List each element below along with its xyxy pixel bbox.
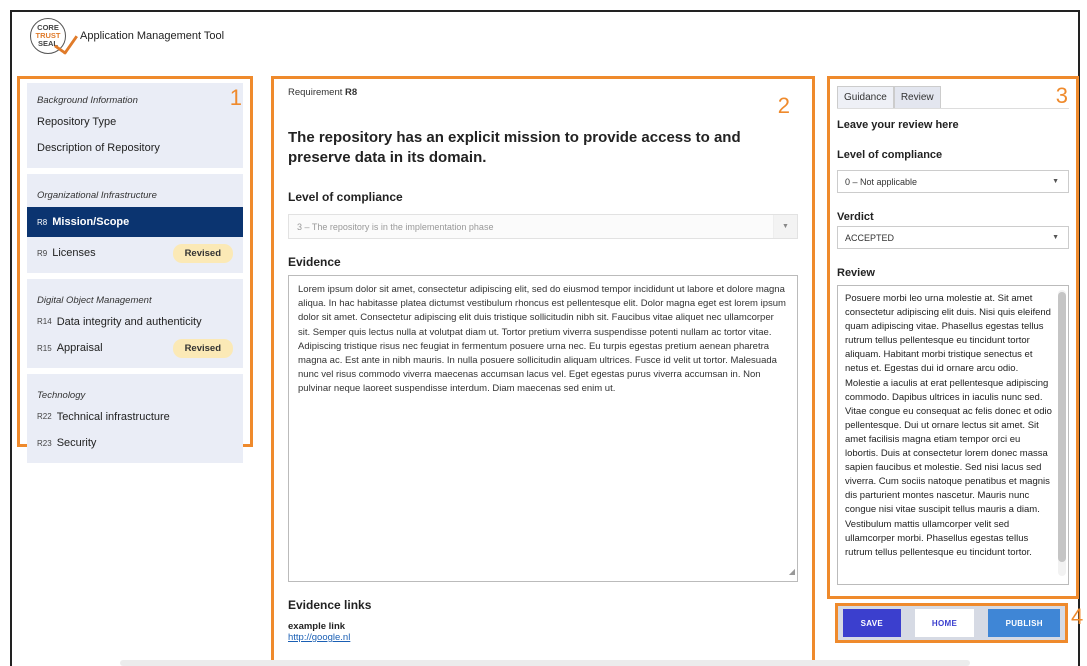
sidebar-group-title: Technology bbox=[37, 390, 86, 401]
review-compliance-select[interactable]: 0 – Not applicable ▼ bbox=[837, 170, 1069, 193]
callout-number-4: 4 bbox=[1071, 604, 1084, 629]
requirement-code: R14 bbox=[37, 317, 52, 326]
evidence-links-label: Evidence links bbox=[288, 598, 372, 612]
evidence-link-url[interactable]: http://google.nl bbox=[288, 632, 798, 643]
chevron-down-icon: ▼ bbox=[1052, 234, 1059, 241]
sidebar-group-title: Digital Object Management bbox=[37, 295, 152, 306]
requirements-sidebar: 1 Background Information Repository Type… bbox=[17, 76, 253, 463]
sidebar-item-security[interactable]: R23 Security bbox=[27, 431, 243, 455]
requirement-label: Requirement R8 bbox=[288, 87, 798, 98]
requirement-panel: 2 Requirement R8 The repository has an e… bbox=[271, 76, 815, 666]
scrollbar-thumb[interactable] bbox=[1058, 292, 1066, 562]
action-bar: SAVE HOME PUBLISH bbox=[835, 603, 1068, 643]
requirement-code: R22 bbox=[37, 412, 52, 421]
requirement-prefix: Requirement bbox=[288, 87, 343, 98]
evidence-textarea[interactable]: Lorem ipsum dolor sit amet, consectetur … bbox=[288, 275, 798, 582]
page-bottom-shadow bbox=[120, 660, 970, 666]
sidebar-item-technical-infrastructure[interactable]: R22 Technical infrastructure bbox=[27, 407, 243, 431]
sidebar-item-label: Licenses bbox=[52, 247, 96, 259]
requirement-code: R9 bbox=[37, 248, 48, 258]
callout-number-1: 1 bbox=[229, 85, 242, 110]
sidebar-item-description[interactable]: Description of Repository bbox=[27, 136, 243, 160]
resize-handle-icon[interactable]: ◢ bbox=[789, 565, 795, 579]
sidebar-item-licenses[interactable]: R9 Licenses Revised bbox=[27, 241, 243, 265]
callout-number-2: 2 bbox=[777, 93, 790, 118]
evidence-link-label: example link bbox=[288, 621, 346, 632]
review-panel: 3 Guidance Review Leave your review here… bbox=[827, 76, 1079, 599]
review-tabs: Guidance Review bbox=[837, 86, 1069, 109]
sidebar-item-label: Repository Type bbox=[37, 115, 117, 128]
review-compliance-label: Level of compliance bbox=[837, 149, 943, 161]
sidebar-item-label: Data integrity and authenticity bbox=[56, 315, 202, 328]
sidebar-group-background: Background Information Repository Type D… bbox=[27, 83, 243, 168]
tab-review[interactable]: Review bbox=[893, 86, 941, 108]
compliance-label: Level of compliance bbox=[288, 190, 403, 204]
revised-badge: Revised bbox=[172, 243, 233, 263]
review-text: Posuere morbi leo urna molestie at. Sit … bbox=[845, 293, 1052, 558]
compliance-value: 3 – The repository is in the implementat… bbox=[297, 221, 494, 232]
sidebar-group-technology: Technology R22 Technical infrastructure … bbox=[27, 374, 243, 463]
verdict-select[interactable]: ACCEPTED ▼ bbox=[837, 226, 1069, 249]
coretrustseal-logo: CORE TRUST SEAL bbox=[30, 18, 79, 56]
sidebar-item-mission-scope[interactable]: R8 Mission/Scope bbox=[27, 207, 243, 237]
review-heading: Leave your review here bbox=[837, 119, 959, 131]
sidebar-item-repository-type[interactable]: Repository Type bbox=[27, 112, 243, 136]
tab-guidance[interactable]: Guidance bbox=[837, 86, 894, 108]
sidebar-item-label: Security bbox=[56, 437, 97, 449]
verdict-value: ACCEPTED bbox=[845, 232, 895, 243]
sidebar-item-label: Description of Repository bbox=[37, 142, 160, 154]
app-title: Application Management Tool bbox=[80, 30, 225, 42]
sidebar-group-organizational: Organizational Infrastructure R8 Mission… bbox=[27, 174, 243, 273]
sidebar-group-title: Organizational Infrastructure bbox=[37, 190, 157, 201]
requirement-code: R8 bbox=[345, 87, 358, 98]
app-header: CORE TRUST SEAL Application Management T… bbox=[30, 18, 225, 56]
requirement-title: The repository has an explicit mission t… bbox=[288, 129, 741, 166]
compliance-select: 3 – The repository is in the implementat… bbox=[288, 214, 798, 239]
chevron-down-icon: ▼ bbox=[1052, 178, 1059, 185]
home-button[interactable]: HOME bbox=[914, 609, 975, 637]
callout-number-3: 3 bbox=[1055, 83, 1068, 108]
save-button[interactable]: SAVE bbox=[843, 609, 901, 637]
publish-button[interactable]: PUBLISH bbox=[988, 609, 1060, 637]
review-compliance-value: 0 – Not applicable bbox=[845, 176, 918, 187]
requirement-code: R23 bbox=[37, 438, 52, 448]
verdict-label: Verdict bbox=[837, 211, 874, 223]
sidebar-item-label: Mission/Scope bbox=[52, 216, 130, 228]
review-text-label: Review bbox=[837, 267, 875, 279]
sidebar-item-label: Technical infrastructure bbox=[56, 410, 170, 423]
sidebar-group-digital-object: Digital Object Management R14 Data integ… bbox=[27, 279, 243, 368]
sidebar-item-data-integrity[interactable]: R14 Data integrity and authenticity bbox=[27, 312, 243, 336]
requirement-code: R15 bbox=[37, 343, 52, 353]
chevron-down-icon: ▼ bbox=[773, 215, 797, 238]
evidence-text: Lorem ipsum dolor sit amet, consectetur … bbox=[298, 284, 786, 395]
sidebar-item-appraisal[interactable]: R15 Appraisal Revised bbox=[27, 336, 243, 360]
evidence-label: Evidence bbox=[288, 255, 341, 269]
sidebar-item-label: Appraisal bbox=[56, 342, 103, 354]
sidebar-group-title: Background Information bbox=[37, 95, 138, 106]
revised-badge: Revised bbox=[172, 338, 233, 358]
review-textarea[interactable]: Posuere morbi leo urna molestie at. Sit … bbox=[837, 285, 1069, 585]
requirement-code: R8 bbox=[37, 217, 48, 227]
